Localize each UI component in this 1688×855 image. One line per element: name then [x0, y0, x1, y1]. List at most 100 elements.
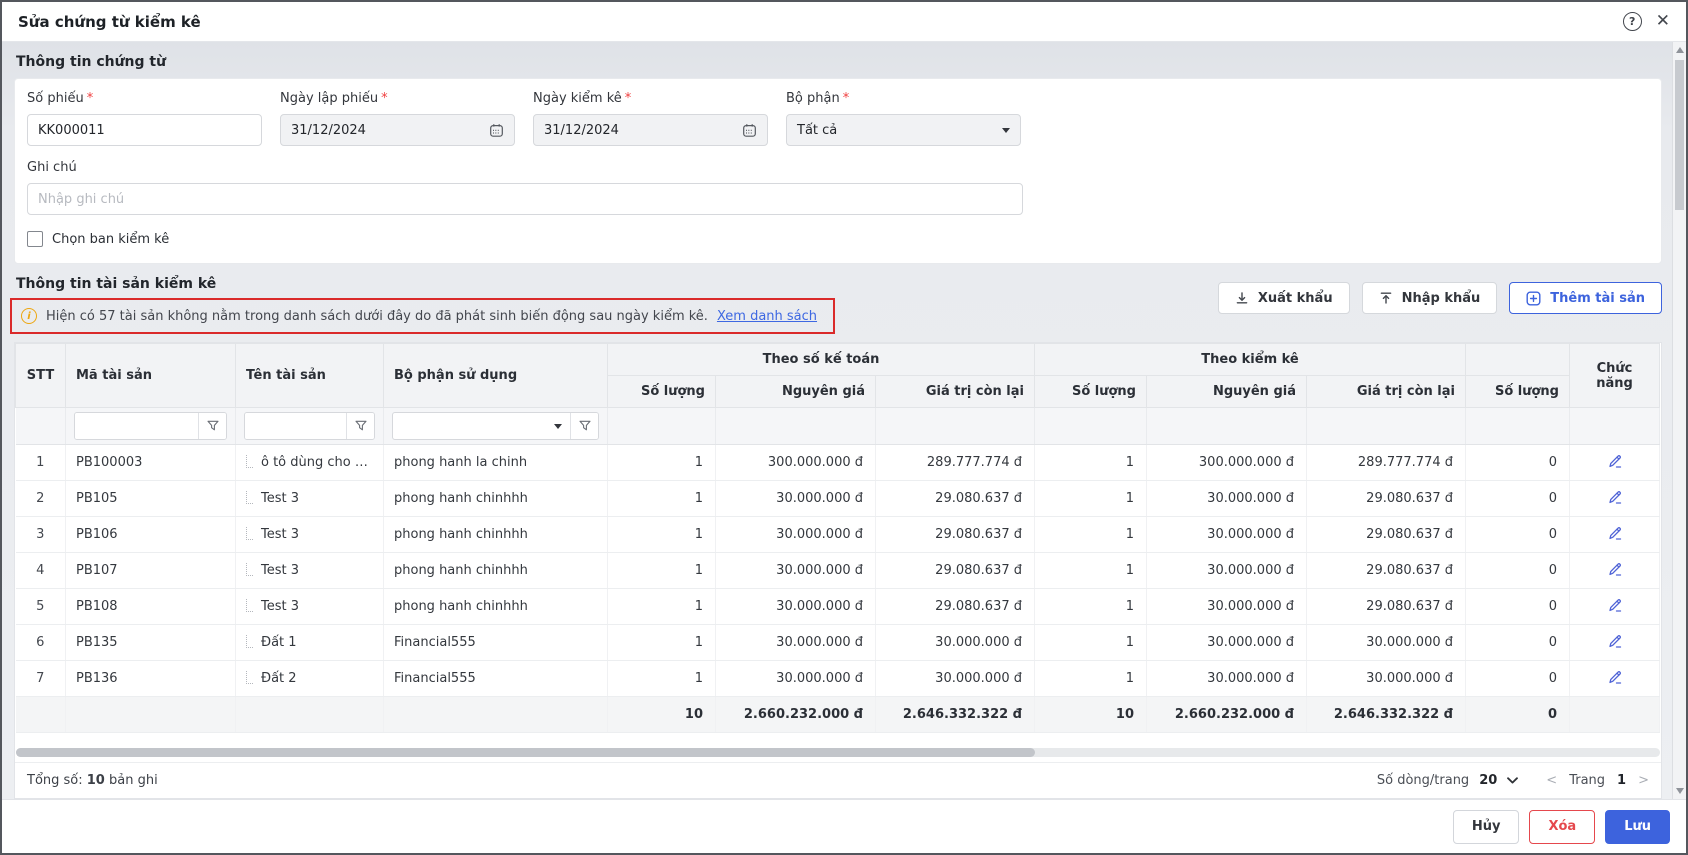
add-asset-button[interactable]: Thêm tài sản — [1509, 282, 1662, 314]
col-header-acc-qty: Số lượng — [608, 376, 716, 408]
filter-funnel-icon[interactable] — [198, 413, 226, 439]
table-row: 1 PB100003 ô tô dùng cho HCS... phong ha… — [16, 445, 1660, 481]
tree-node-icon — [246, 455, 253, 468]
calendar-icon[interactable] — [489, 123, 504, 138]
calendar-icon[interactable] — [742, 123, 757, 138]
asset-name: Đất 1 — [236, 625, 384, 661]
tree-node-icon — [246, 527, 253, 540]
col-header-inv-qty: Số lượng — [1035, 376, 1147, 408]
edit-row-icon[interactable] — [1607, 525, 1623, 541]
asset-code: PB135 — [66, 625, 236, 661]
edit-row-icon[interactable] — [1607, 453, 1623, 469]
asset-table-panel: STT Mã tài sản Tên tài sản Bộ phận sử dụ… — [14, 342, 1662, 799]
total-acc-qty: 10 — [608, 697, 716, 733]
asset-dept: phong hanh la chinh — [384, 445, 608, 481]
ghi-chu-input[interactable] — [27, 183, 1023, 215]
next-page-icon[interactable]: > — [1638, 773, 1649, 788]
horizontal-scrollbar-thumb[interactable] — [16, 748, 1035, 757]
col-header-name: Tên tài sản — [236, 344, 384, 408]
pagination: < Trang 1 > — [1546, 773, 1649, 788]
asset-name: Test 3 — [236, 553, 384, 589]
ngay-kiem-ke-value: 31/12/2024 — [544, 123, 619, 138]
total-diff-qty: 0 — [1466, 697, 1570, 733]
asset-code: PB106 — [66, 517, 236, 553]
modal-body: Thông tin chứng từ Số phiếu* Ngày lập ph… — [2, 42, 1686, 799]
edit-row-icon[interactable] — [1607, 489, 1623, 505]
filter-funnel-icon[interactable] — [570, 413, 598, 439]
help-icon[interactable]: ? — [1623, 12, 1642, 31]
table-footer: Tổng số: 10 bản ghi Số dòng/trang 20 < T… — [15, 762, 1661, 798]
total-inv-remaining: 2.646.332.322 đ — [1307, 697, 1466, 733]
asset-name: Đất 2 — [236, 661, 384, 697]
totals-row: 10 2.660.232.000 đ 2.646.332.322 đ 10 2.… — [16, 697, 1660, 733]
vertical-scrollbar[interactable] — [1672, 42, 1686, 799]
col-header-acc-remaining: Giá trị còn lại — [876, 376, 1035, 408]
col-header-inv-remaining: Giá trị còn lại — [1307, 376, 1466, 408]
col-header-dept: Bộ phận sử dụng — [384, 344, 608, 408]
ngay-kiem-ke-field[interactable]: 31/12/2024 — [533, 114, 768, 146]
ngay-kiem-ke-label: Ngày kiểm kê — [533, 91, 622, 106]
so-phieu-input[interactable] — [27, 114, 262, 146]
asset-table: STT Mã tài sản Tên tài sản Bộ phận sử dụ… — [15, 343, 1660, 733]
ngay-lap-phieu-field[interactable]: 31/12/2024 — [280, 114, 515, 146]
edit-row-icon[interactable] — [1607, 633, 1623, 649]
chon-ban-kiem-ke-checkbox-row[interactable]: Chọn ban kiểm kê — [27, 231, 169, 247]
chevron-down-icon — [1002, 128, 1010, 133]
chon-ban-kiem-ke-label: Chọn ban kiểm kê — [52, 232, 169, 247]
asset-code: PB108 — [66, 589, 236, 625]
document-info-title: Thông tin chứng từ — [14, 48, 1662, 78]
rows-per-page[interactable]: Số dòng/trang 20 — [1377, 773, 1518, 788]
code-filter-input[interactable] — [75, 413, 198, 439]
name-filter-input[interactable] — [245, 413, 346, 439]
col-header-actions: Chức năng — [1570, 344, 1660, 408]
edit-row-icon[interactable] — [1607, 669, 1623, 685]
edit-row-icon[interactable] — [1607, 597, 1623, 613]
dept-filter-select[interactable] — [393, 413, 570, 439]
horizontal-scrollbar[interactable] — [16, 748, 1660, 757]
modal-title: Sửa chứng từ kiểm kê — [18, 13, 201, 31]
so-phieu-label: Số phiếu — [27, 91, 84, 106]
table-row: 6 PB135 Đất 1 Financial555 1 30.000.000 … — [16, 625, 1660, 661]
total-acc-cost: 2.660.232.000 đ — [716, 697, 876, 733]
chevron-down-icon — [1507, 777, 1518, 784]
edit-row-icon[interactable] — [1607, 561, 1623, 577]
document-info-card: Số phiếu* Ngày lập phiếu* 31/12/2024 Ngà… — [14, 78, 1662, 264]
filter-funnel-icon[interactable] — [346, 413, 374, 439]
table-row: 7 PB136 Đất 2 Financial555 1 30.000.000 … — [16, 661, 1660, 697]
delete-button[interactable]: Xóa — [1529, 810, 1595, 844]
chevron-down-icon — [554, 424, 562, 429]
close-icon[interactable]: ✕ — [1656, 13, 1670, 30]
total-acc-remaining: 2.646.332.322 đ — [876, 697, 1035, 733]
record-count: Tổng số: 10 bản ghi — [27, 773, 158, 788]
scroll-down-icon[interactable] — [1676, 788, 1684, 794]
checkbox-icon[interactable] — [27, 231, 43, 247]
col-header-inv-cost: Nguyên giá — [1147, 376, 1307, 408]
upload-icon — [1379, 291, 1393, 305]
asset-section-title: Thông tin tài sản kiểm kê — [14, 274, 835, 298]
current-page: 1 — [1617, 773, 1626, 788]
asset-name: Test 3 — [236, 589, 384, 625]
required-mark: * — [87, 91, 94, 106]
prev-page-icon[interactable]: < — [1546, 773, 1557, 788]
bo-phan-select[interactable]: Tất cả — [786, 114, 1021, 146]
info-icon: i — [21, 308, 37, 324]
asset-dept: Financial555 — [384, 661, 608, 697]
tree-node-icon — [246, 563, 253, 576]
group-header-accounting: Theo số kế toán — [608, 344, 1035, 376]
asset-code: PB105 — [66, 481, 236, 517]
scroll-up-icon[interactable] — [1676, 47, 1684, 53]
col-header-code: Mã tài sản — [66, 344, 236, 408]
vertical-scrollbar-thumb[interactable] — [1675, 60, 1684, 210]
asset-name: Test 3 — [236, 481, 384, 517]
import-button[interactable]: Nhập khẩu — [1362, 282, 1498, 314]
table-row: 2 PB105 Test 3 phong hanh chinhhh 1 30.0… — [16, 481, 1660, 517]
asset-code: PB107 — [66, 553, 236, 589]
save-button[interactable]: Lưu — [1605, 810, 1670, 844]
export-button[interactable]: Xuất khẩu — [1218, 282, 1350, 314]
ghi-chu-label: Ghi chú — [27, 160, 77, 175]
xem-danh-sach-link[interactable]: Xem danh sách — [717, 309, 817, 324]
required-mark: * — [625, 91, 632, 106]
cancel-button[interactable]: Hủy — [1453, 810, 1520, 844]
plus-square-icon — [1526, 291, 1541, 306]
bo-phan-label: Bộ phận — [786, 91, 840, 106]
